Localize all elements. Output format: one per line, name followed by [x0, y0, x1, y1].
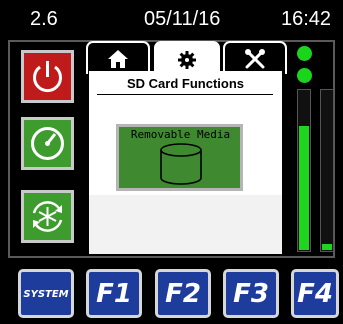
f3-key-label: F3 — [233, 279, 269, 309]
level-bar-1-fill — [299, 126, 309, 250]
snowflake-refresh-icon — [32, 201, 63, 232]
level-bar-2 — [320, 89, 334, 252]
removable-media-button[interactable]: Removable Media — [116, 124, 243, 191]
f1-key-label: F1 — [96, 279, 132, 309]
panel-title: SD Card Functions — [126, 76, 244, 91]
version-label: 2.6 — [30, 8, 58, 30]
gauge-button[interactable] — [21, 117, 74, 170]
status-led-2 — [297, 68, 312, 83]
f1-key[interactable]: F1 — [86, 269, 142, 318]
f4-key[interactable]: F4 — [291, 269, 339, 318]
meter-area — [289, 42, 336, 257]
removable-media-label: Removable Media — [130, 128, 231, 141]
gear-icon — [178, 51, 196, 69]
tab-home[interactable] — [86, 41, 150, 74]
defrost-button[interactable] — [21, 190, 74, 243]
system-key[interactable]: SYSTEM — [18, 269, 74, 318]
f2-key[interactable]: F2 — [155, 269, 211, 318]
level-bar-2-fill — [322, 243, 332, 250]
tab-tools[interactable] — [223, 41, 287, 74]
time-label: 16:42 — [281, 8, 332, 30]
sd-card-panel: SD Card Functions Removable Media — [89, 71, 282, 254]
f3-key[interactable]: F3 — [223, 269, 279, 318]
home-icon — [108, 49, 128, 68]
status-led-1 — [297, 46, 312, 61]
date-label: 05/11/16 — [144, 8, 221, 30]
status-bar: 2.6 05/11/16 16:42 — [0, 0, 343, 36]
f4-key-label: F4 — [297, 279, 333, 309]
power-icon — [33, 61, 62, 93]
level-bar-1 — [297, 89, 311, 252]
f2-key-label: F2 — [165, 279, 201, 309]
title-divider — [97, 94, 273, 95]
panel-lower-area — [89, 195, 282, 254]
tools-icon — [245, 48, 265, 68]
system-key-label: SYSTEM — [23, 289, 69, 300]
gauge-icon — [31, 127, 64, 160]
power-button[interactable] — [21, 50, 74, 103]
database-icon — [160, 143, 202, 185]
